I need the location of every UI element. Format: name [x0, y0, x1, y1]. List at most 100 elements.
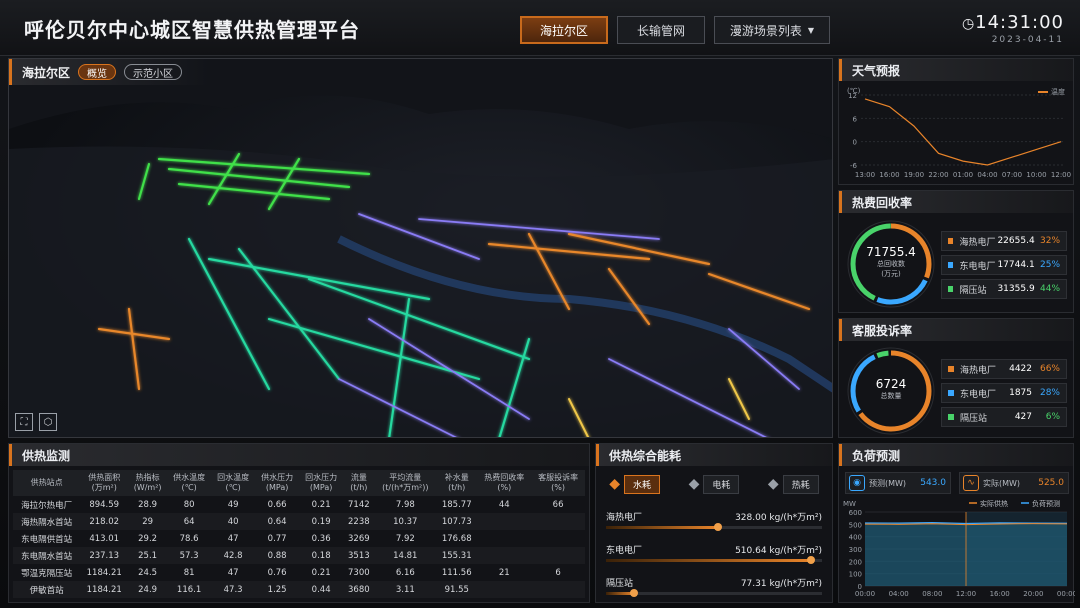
energy-title: 供热综合能耗: [596, 444, 832, 466]
table-cell: 1.25: [255, 581, 300, 598]
fee-total-label: 总回收数: [877, 260, 905, 268]
table-cell: 81: [183, 567, 195, 578]
load-ytick: 200: [849, 558, 862, 566]
table-row[interactable]: 鄂温克隔压站 1184.21 24.5 81 47 0.76 0.21 7300 6.16 111…: [13, 564, 585, 581]
table-cell: 0.77: [267, 533, 287, 544]
weather-xtick: 13:00: [855, 171, 875, 179]
nav-scene-dropdown[interactable]: 漫游场景列表 ▼: [714, 16, 830, 44]
energy-knob[interactable]: [630, 589, 639, 597]
table-cell: [531, 513, 585, 530]
actual-value: 525.0: [1038, 478, 1064, 488]
table-row[interactable]: 东电隔供首站 413.01 29.2 78.6 47 0.77 0.36 3269 7.92 17…: [13, 530, 585, 547]
table-cell: 0.76: [267, 567, 287, 578]
table-cell: 伊敏首站: [13, 581, 81, 598]
table-row[interactable]: 海热隔水首站 218.02 29 64 40 0.64 0.19 2238 10.37 107.7…: [13, 513, 585, 530]
energy-row: 东电电厂 510.64 kg/(h*万m²): [606, 539, 822, 569]
table-cell: 80: [183, 499, 195, 510]
legend-swatch: [948, 238, 954, 244]
weather-temp-line: [864, 98, 1062, 166]
fee-legend-row: 海热电厂 22655.4 32%: [941, 231, 1067, 251]
weather-panel: 天气预报 (℃) 温度 12 6 0 -6 13:00 16:00 19:00 22:00 01…: [838, 58, 1074, 185]
table-cell: 24.5: [138, 567, 158, 578]
legend-name: 隔压站: [959, 285, 987, 296]
table-cell: 1184.21: [86, 567, 122, 578]
table-header-cell: 供水压力 (MPa): [255, 470, 300, 496]
load-ytick: 400: [849, 534, 862, 542]
demo-community-pill[interactable]: 示范小区: [124, 64, 183, 80]
table-cell: 29.2: [138, 533, 158, 544]
table-cell: 3.11: [374, 581, 437, 598]
fullscreen-icon[interactable]: ⛶: [15, 413, 33, 431]
weather-xtick: 19:00: [904, 171, 924, 179]
heat-icon: ◆: [767, 476, 779, 492]
load-panel: 负荷预测 ◉ 预测(MW) 543.0 ∿ 实际(MW) 525.0 MW 实际供…: [838, 443, 1075, 603]
table-cell: 10.37: [374, 513, 437, 530]
table-cell: 47.3: [211, 581, 256, 598]
table-cell: 6.16: [395, 567, 415, 578]
legend-pct: 44%: [1040, 284, 1061, 294]
header-bar: 呼伦贝尔中心城区智慧供热管理平台 海拉尔区 长输管网 漫游场景列表 ▼ ◷14:…: [0, 0, 1080, 56]
table-cell: 海热隔水首站: [13, 513, 81, 530]
page-title: 呼伦贝尔中心城区智慧供热管理平台: [24, 18, 360, 42]
load-title: 负荷预测: [839, 444, 1073, 466]
legend-pct: 6%: [1045, 412, 1060, 422]
table-cell: 0.64: [255, 513, 300, 530]
legend-name: 海热电厂: [960, 365, 997, 376]
energy-name: 海热电厂: [606, 513, 643, 523]
table-row[interactable]: 东电隔水首站 237.13 25.1 57.3 42.8 0.88 0.18 3513 14.8…: [13, 547, 585, 564]
tab-electric[interactable]: ◆ 电耗: [689, 472, 740, 496]
load-ytick: 500: [849, 521, 862, 529]
energy-knob[interactable]: [714, 523, 723, 531]
tab-heat[interactable]: ◆ 热耗: [768, 472, 819, 496]
table-cell: 东电隔水首站: [13, 547, 81, 564]
table-cell: 3513: [343, 547, 375, 564]
table-cell: 0.21: [311, 499, 331, 510]
nav-hailaer-button[interactable]: 海拉尔区: [520, 16, 608, 44]
table-cell: 237.13: [80, 547, 129, 564]
complaint-legend-row: 隔压站 427 6%: [941, 407, 1067, 427]
complaint-title: 客服投诉率: [839, 319, 1073, 341]
monitor-table: 供热站点 供热面积 (万m²) 热指标 (W/m²) 供水温度 (℃) 回水温度 (℃) 供水压力…: [13, 470, 585, 598]
table-cell: [477, 513, 532, 530]
table-cell: 91.55: [436, 581, 478, 598]
monitor-panel: 供热监测 供热站点 供热面积 (万m²) 热指标 (W/m²) 供水温度 (℃) 回水温度 (℃…: [8, 443, 590, 603]
complaint-total-value: 6724: [875, 377, 907, 391]
load-ytick: 600: [849, 509, 862, 517]
forecast-box: ◉ 预测(MW) 543.0: [845, 472, 951, 494]
table-cell: 1184.21: [80, 581, 129, 598]
table-cell: 0.88: [255, 547, 300, 564]
table-row[interactable]: 伊敏首站 1184.21 24.9 116.1 47.3 1.25 0.44 3680 3.11…: [13, 581, 585, 598]
legend-swatch: [948, 366, 954, 372]
table-cell: 66: [552, 499, 564, 510]
weather-xtick: 04:00: [977, 171, 997, 179]
energy-panel: 供热综合能耗 ◆ 水耗 ◆ 电耗 ◆ 热耗 海热电厂 328.00 kg/(h*万…: [595, 443, 833, 603]
table-cell: 2238: [343, 513, 375, 530]
energy-row: 隔压站 77.31 kg/(h*万m²): [606, 572, 822, 602]
tab-water[interactable]: ◆ 水耗: [609, 472, 661, 496]
load-xtick: 00:00: [1057, 590, 1075, 598]
energy-value: 328.00 kg/(h*万m²): [735, 513, 822, 523]
fee-center: 71755.4 总回收数 (万元): [845, 245, 937, 279]
table-cell: 3269: [348, 533, 370, 544]
table-cell: 0.18: [299, 547, 344, 564]
weather-ytick: 0: [853, 139, 857, 147]
load-chart: MW 实际供热 负荷预测600500400300200100000:00 04:00 0…: [843, 499, 1075, 598]
energy-knob[interactable]: [807, 556, 816, 564]
overview-pill[interactable]: 概览: [78, 64, 117, 80]
table-cell: 7142: [348, 499, 370, 510]
nav-pipeline-button[interactable]: 长输管网: [617, 16, 705, 44]
city-3d-map[interactable]: 海拉尔区 概览 示范小区 ⛶ ⬡: [8, 58, 833, 438]
clock-date: 2023-04-11: [991, 35, 1064, 45]
legend-value: 427: [1014, 412, 1032, 422]
monitor-table-body: 海拉尔热电厂 894.59 28.9 80 49 0.66 0.21 7142 7.98 185.…: [13, 496, 585, 598]
table-row[interactable]: 海拉尔热电厂 894.59 28.9 80 49 0.66 0.21 7142 7.98 185.…: [13, 496, 585, 513]
table-cell: 3680: [343, 581, 375, 598]
legend-swatch: [948, 286, 954, 292]
energy-fill: [606, 559, 812, 562]
complaint-panel: 客服投诉率 6724 总数量 海热电厂 4422 66% 东电电厂 1875 28% 隔压站…: [838, 318, 1074, 438]
table-cell: 0.66: [267, 499, 287, 510]
legend-value: 22655.4: [997, 236, 1035, 246]
energy-row: 海热电厂 328.00 kg/(h*万m²): [606, 506, 822, 536]
monitor-table-header: 供热站点 供热面积 (万m²) 热指标 (W/m²) 供水温度 (℃) 回水温度 (℃) 供水压力…: [13, 470, 585, 496]
cube-view-icon[interactable]: ⬡: [39, 413, 57, 431]
